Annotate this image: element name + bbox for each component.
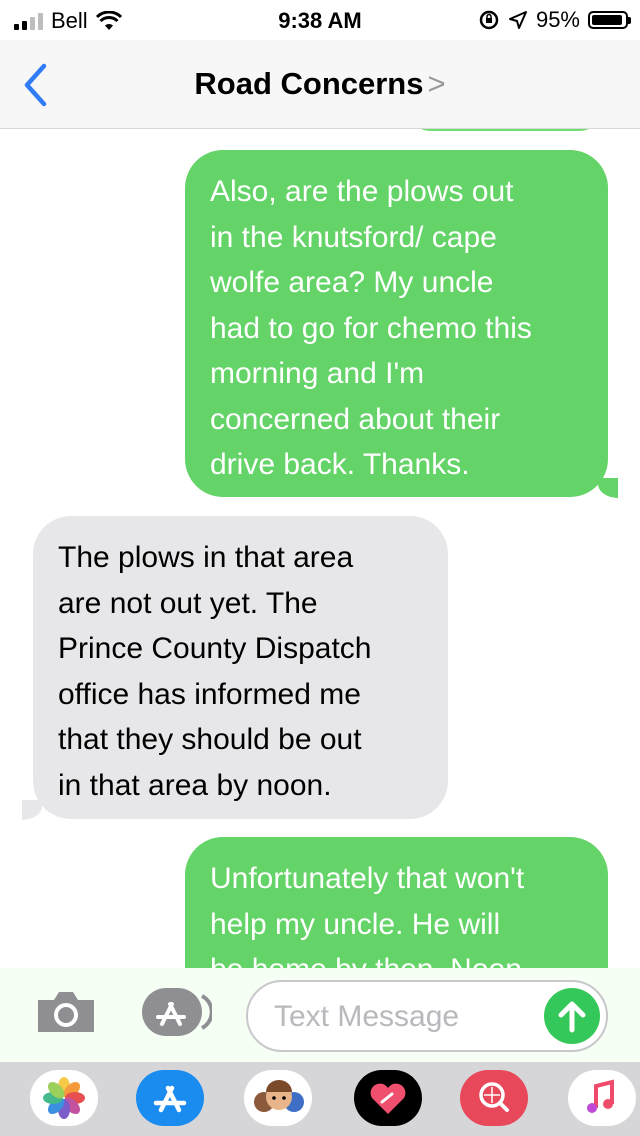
message-line: be home by then. Noon: [210, 947, 583, 968]
message-list[interactable]: Also, are the plows out in the knutsford…: [0, 129, 640, 968]
send-button[interactable]: [544, 988, 600, 1044]
app-store-icon[interactable]: [136, 1070, 204, 1126]
message-line: The plows in that area: [58, 541, 354, 574]
message-line: in the knutsford/ cape: [210, 220, 497, 254]
message-line: had to go for chemo this: [210, 311, 532, 345]
outgoing-bubble-tail: [598, 478, 618, 498]
images-search-icon[interactable]: [460, 1070, 528, 1126]
message-composer: [0, 968, 640, 1062]
battery-icon: [588, 11, 631, 29]
status-right: 95%: [478, 7, 631, 33]
digital-touch-icon[interactable]: [354, 1070, 422, 1126]
status-bar: Bell 9:38 AM 95%: [0, 0, 640, 40]
message-line: drive back. Thanks.: [210, 448, 470, 481]
imessage-app-drawer: [0, 1062, 640, 1136]
message-input-container: [246, 980, 608, 1052]
music-icon[interactable]: [568, 1070, 636, 1126]
message-line: office has informed me: [58, 677, 361, 711]
outgoing-message-bubble[interactable]: Unfortunately that won't help my uncle. …: [185, 837, 608, 968]
arrow-up-icon: [558, 1001, 586, 1033]
battery-percent: 95%: [535, 7, 580, 32]
memoji-icon[interactable]: [244, 1070, 312, 1126]
message-line: are not out yet. The: [58, 586, 318, 620]
message-line: concerned about their: [210, 402, 501, 436]
message-line: wolfe area? My uncle: [210, 266, 494, 299]
orientation-lock-icon: [479, 10, 499, 30]
message-line: in that area by noon.: [58, 768, 332, 802]
message-line: Also, are the plows out: [210, 175, 514, 208]
navigation-bar: Road Concerns >: [0, 40, 640, 129]
app-store-icon[interactable]: [140, 986, 212, 1038]
previous-message-bubble: [410, 129, 600, 131]
message-line: help my uncle. He will: [210, 907, 501, 941]
message-line: Prince County Dispatch: [58, 632, 372, 665]
message-line: Unfortunately that won't: [210, 862, 525, 895]
conversation-title[interactable]: Road Concerns >: [0, 66, 640, 102]
camera-icon[interactable]: [34, 988, 98, 1036]
location-icon: [508, 11, 527, 29]
message-line: morning and I'm: [210, 357, 425, 390]
photos-icon[interactable]: [30, 1070, 98, 1126]
details-chevron-icon: >: [427, 66, 446, 101]
contact-name: Road Concerns: [194, 66, 424, 101]
text-message-input[interactable]: [272, 982, 536, 1052]
outgoing-message-bubble[interactable]: Also, are the plows out in the knutsford…: [185, 150, 608, 497]
incoming-message-bubble[interactable]: The plows in that area are not out yet. …: [33, 516, 448, 819]
message-line: that they should be out: [58, 723, 362, 756]
incoming-bubble-tail: [22, 800, 42, 820]
